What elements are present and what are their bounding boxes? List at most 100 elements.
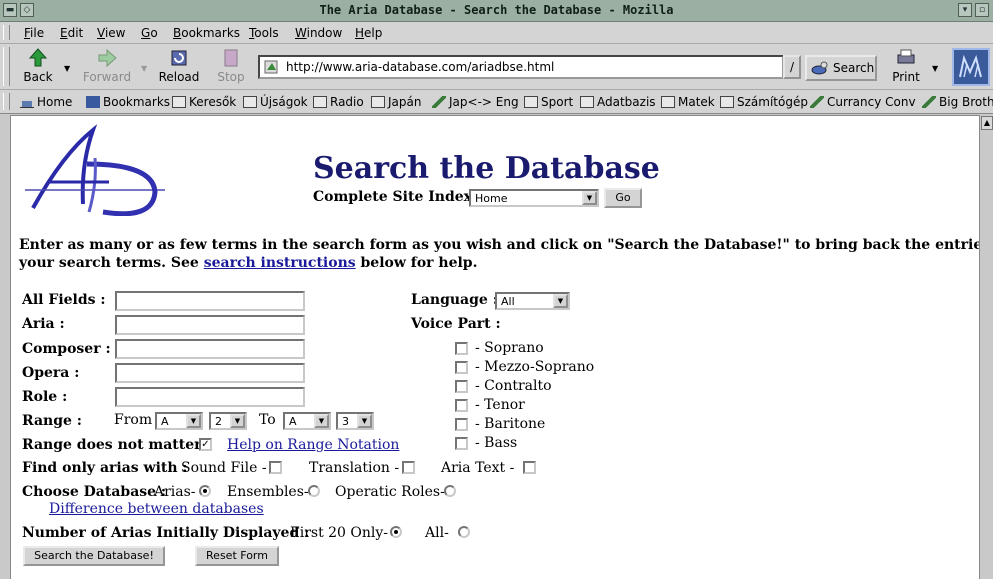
to-octave-value: 3 (342, 415, 349, 428)
to-note-select[interactable]: A ▼ (283, 412, 331, 430)
stop-button[interactable]: Stop (214, 48, 248, 84)
print-button[interactable]: Print (890, 48, 922, 84)
role-input[interactable] (115, 387, 305, 407)
menu-window[interactable]: Window (295, 26, 342, 40)
range-help-link[interactable]: Help on Range Notation (227, 437, 399, 453)
tenor-checkbox[interactable] (455, 399, 468, 412)
menu-edit[interactable]: Edit (60, 26, 83, 40)
menu-view[interactable]: View (97, 26, 125, 40)
menubar-grip[interactable] (3, 25, 10, 40)
db-arias-radio[interactable] (199, 485, 211, 497)
bookmark-sport[interactable]: Sport (524, 95, 573, 109)
soprano-label: - Soprano (475, 340, 544, 356)
page-proxy-icon (264, 60, 278, 74)
aria-input[interactable] (115, 315, 305, 335)
menu-tools[interactable]: Tools (249, 26, 279, 40)
search-label: Search (833, 61, 875, 75)
personal-toolbar-grip[interactable] (3, 93, 10, 110)
soprano-checkbox[interactable] (455, 342, 468, 355)
print-dropdown-icon[interactable]: ▼ (932, 64, 938, 73)
menu-help[interactable]: Help (355, 26, 382, 40)
bass-checkbox[interactable] (455, 437, 468, 450)
go-button[interactable]: Go (604, 188, 642, 208)
back-button[interactable]: Back (20, 48, 56, 84)
back-dropdown-icon[interactable]: ▼ (64, 64, 70, 73)
voice-part-label: Voice Part : (411, 316, 501, 332)
bookmark-currancy-conv-label: Currancy Conv (827, 95, 916, 109)
bookmark-home[interactable]: Home (20, 95, 72, 109)
contralto-checkbox[interactable] (455, 380, 468, 393)
menu-go[interactable]: Go (141, 26, 158, 40)
db-roles-label: Operatic Roles- (335, 484, 445, 500)
from-note-value: A (161, 415, 169, 428)
vertical-scrollbar[interactable]: ▲ (979, 115, 993, 579)
url-text: http://www.aria-database.com/ariadbse.ht… (286, 60, 555, 74)
aria-text-checkbox[interactable] (523, 461, 536, 474)
chevron-down-icon: ▼ (553, 294, 568, 308)
url-field[interactable]: http://www.aria-database.com/ariadbse.ht… (258, 55, 784, 79)
url-slash-button[interactable]: / (783, 55, 801, 79)
db-ensembles-radio[interactable] (308, 485, 320, 497)
db-roles-radio[interactable] (444, 485, 456, 497)
site-index-value: Home (475, 192, 508, 205)
from-octave-select[interactable]: 2 ▼ (209, 412, 247, 430)
language-value: All (501, 295, 515, 308)
baritone-label: - Baritone (475, 416, 546, 432)
search-instructions-link[interactable]: search instructions (204, 255, 356, 271)
composer-input[interactable] (115, 339, 305, 359)
minimize-icon[interactable]: ▾ (958, 3, 972, 17)
translation-checkbox[interactable] (402, 461, 415, 474)
reload-button[interactable]: Reload (158, 48, 200, 84)
bookmark-adatbazis[interactable]: Adatbazis (580, 95, 656, 109)
range-not-matter-checkbox[interactable]: ✓ (199, 438, 212, 451)
menu-file[interactable]: File (24, 26, 44, 40)
db-arias-label: Arias- (154, 484, 196, 500)
bookmark-szamitogep[interactable]: Számítógép (720, 95, 808, 109)
maximize-icon[interactable]: ▫ (975, 3, 989, 17)
intro-text-b: below for help. (355, 255, 478, 271)
menu-bookmarks[interactable]: Bookmarks (173, 26, 240, 40)
difference-databases-link[interactable]: Difference between databases (49, 501, 264, 517)
contralto-label: - Contralto (475, 378, 552, 394)
all-radio[interactable] (458, 526, 470, 538)
range-label: Range : (22, 413, 82, 429)
bookmark-keresok-label: Keresők (189, 95, 237, 109)
chevron-down-icon: ▼ (186, 414, 201, 428)
all-fields-input[interactable] (115, 291, 305, 311)
bookmark-radio[interactable]: Radio (313, 95, 364, 109)
from-note-select[interactable]: A ▼ (155, 412, 203, 430)
range-from-label: From (114, 412, 153, 428)
bookmark-japan[interactable]: Japán (371, 95, 421, 109)
bookmark-bookmarks[interactable]: Bookmarks (86, 95, 170, 109)
bookmark-matek[interactable]: Matek (661, 95, 715, 109)
forward-button[interactable]: Forward (82, 48, 132, 84)
scroll-up-icon[interactable]: ▲ (981, 116, 993, 130)
mezzo-soprano-checkbox[interactable] (455, 361, 468, 374)
print-label: Print (892, 70, 920, 84)
to-octave-select[interactable]: 3 ▼ (336, 412, 374, 430)
bookmark-radio-label: Radio (330, 95, 364, 109)
reset-form-button[interactable]: Reset Form (195, 546, 279, 566)
language-select[interactable]: All ▼ (495, 292, 570, 310)
baritone-checkbox[interactable] (455, 418, 468, 431)
bookmark-big-broth[interactable]: Big Broth (922, 95, 993, 109)
first20-radio[interactable] (390, 526, 402, 538)
mozilla-throbber-icon[interactable] (952, 48, 990, 86)
site-index-select[interactable]: Home ▼ (469, 189, 599, 207)
stop-icon (224, 49, 238, 67)
bookmark-keresok[interactable]: Keresők (172, 95, 236, 109)
chevron-down-icon: ▼ (357, 414, 372, 428)
opera-input[interactable] (115, 363, 305, 383)
search-button[interactable]: Search (805, 55, 877, 81)
page-content: Search the Database Complete Site Index … (10, 115, 979, 579)
page-title: Search the Database (313, 151, 660, 186)
toolbar-grip[interactable] (3, 47, 10, 86)
bookmark-jap-eng[interactable]: Jap<-> Eng (432, 95, 519, 109)
bookmark-ujsagok[interactable]: Újságok (243, 95, 308, 109)
bookmark-currancy-conv[interactable]: Currancy Conv (810, 95, 916, 109)
forward-dropdown-icon[interactable]: ▼ (141, 64, 147, 73)
mozilla-logo-icon (959, 54, 982, 78)
search-database-button[interactable]: Search the Database! (23, 546, 165, 566)
forward-label: Forward (82, 70, 132, 84)
sound-file-checkbox[interactable] (269, 461, 282, 474)
